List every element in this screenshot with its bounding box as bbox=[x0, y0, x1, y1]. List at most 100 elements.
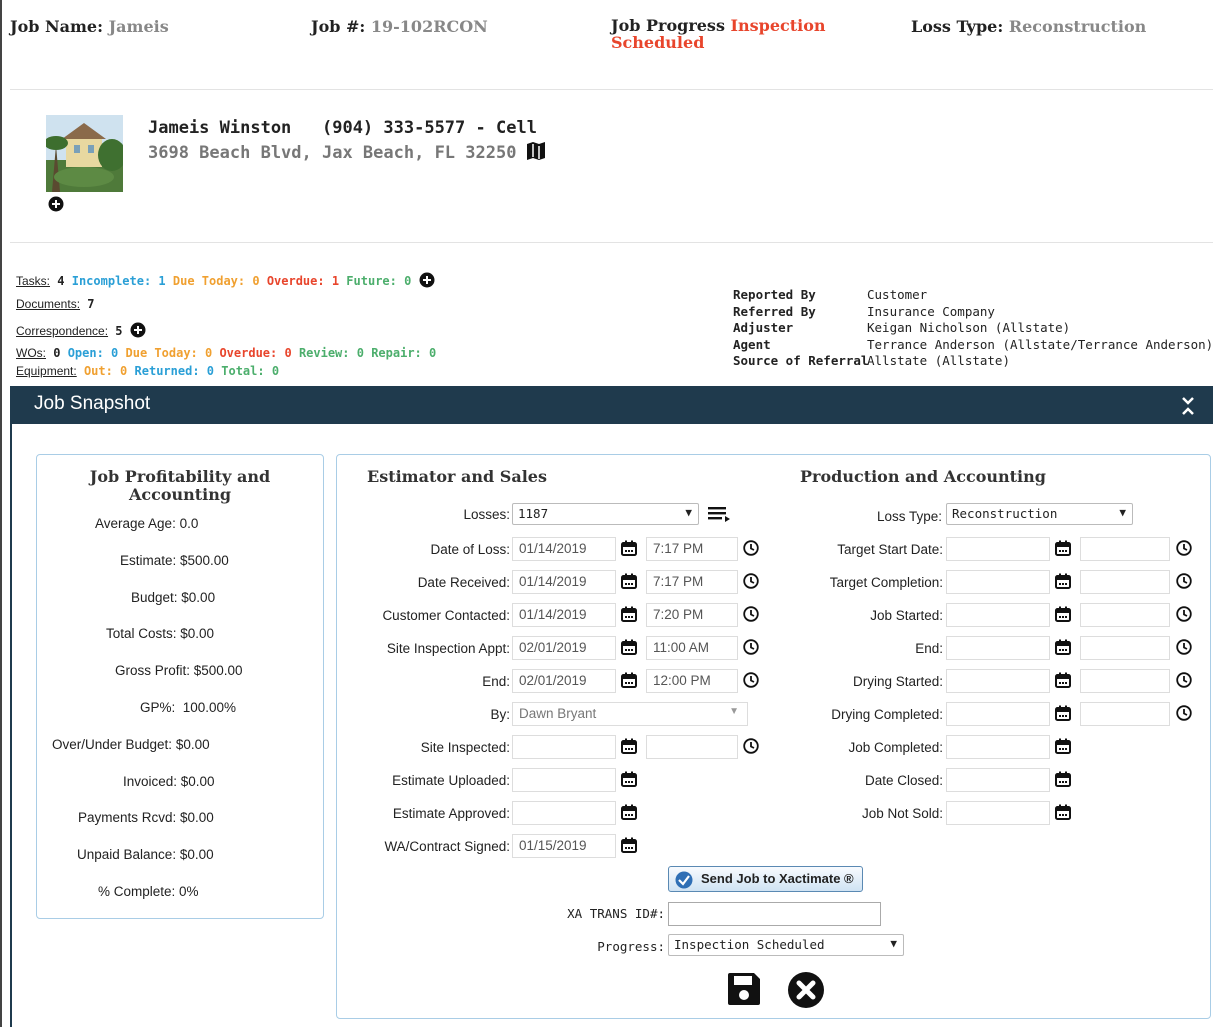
property-photo[interactable] bbox=[46, 115, 123, 192]
tasks-link[interactable]: Tasks: bbox=[16, 274, 50, 288]
referral-label: Adjuster bbox=[733, 320, 794, 335]
wa-contract-signed-date-input[interactable]: 01/15/2019 bbox=[512, 834, 616, 858]
calendar-icon[interactable] bbox=[621, 804, 637, 820]
date-of-loss-date: 01/14/2019 bbox=[519, 541, 587, 556]
calendar-icon[interactable] bbox=[1055, 573, 1071, 589]
clock-icon[interactable] bbox=[1176, 639, 1192, 655]
target-start-date-time-input[interactable] bbox=[1080, 537, 1170, 561]
by-select[interactable]: Dawn Bryant ▼ bbox=[512, 702, 748, 726]
drying-started-date-input[interactable] bbox=[946, 669, 1050, 693]
end-time-input[interactable]: 12:00 PM bbox=[646, 669, 738, 693]
site-inspection-appt-date-input[interactable]: 02/01/2019 bbox=[512, 636, 616, 660]
date-of-loss-date-input[interactable]: 01/14/2019 bbox=[512, 537, 616, 561]
clock-icon[interactable] bbox=[743, 738, 759, 754]
target-completion-time-input[interactable] bbox=[1080, 570, 1170, 594]
job-name: Job Name: Jameis bbox=[10, 17, 169, 36]
job-started-date-input[interactable] bbox=[946, 603, 1050, 627]
clock-icon[interactable] bbox=[1176, 540, 1192, 556]
cancel-icon[interactable] bbox=[787, 971, 825, 1009]
clock-icon[interactable] bbox=[1176, 606, 1192, 622]
clock-icon[interactable] bbox=[743, 672, 759, 688]
calendar-icon[interactable] bbox=[621, 672, 637, 688]
calendar-icon[interactable] bbox=[621, 771, 637, 787]
target-start-date-date-input[interactable] bbox=[946, 537, 1050, 561]
prod-loss-type-select[interactable]: Reconstruction ▼ bbox=[946, 503, 1133, 525]
date-received-time-input[interactable]: 7:17 PM bbox=[646, 570, 738, 594]
calendar-icon[interactable] bbox=[1055, 672, 1071, 688]
customer-contacted-date-input[interactable]: 01/14/2019 bbox=[512, 603, 616, 627]
calendar-icon[interactable] bbox=[1055, 738, 1071, 754]
calendar-icon[interactable] bbox=[621, 837, 637, 853]
customer-contacted-time-input[interactable]: 7:20 PM bbox=[646, 603, 738, 627]
tasks-due-today: Due Today: 0 bbox=[172, 274, 260, 288]
site-inspection-appt-time-input[interactable]: 11:00 AM bbox=[646, 636, 738, 660]
date-received-date-input[interactable]: 01/14/2019 bbox=[512, 570, 616, 594]
send-to-xactimate-button[interactable]: Send Job to Xactimate ® bbox=[668, 866, 863, 892]
site-inspected-date-input[interactable] bbox=[512, 735, 616, 759]
job-completed-date-input[interactable] bbox=[946, 735, 1050, 759]
calendar-icon[interactable] bbox=[621, 540, 637, 556]
drying-started-time-input[interactable] bbox=[1080, 669, 1170, 693]
date-closed-date-input[interactable] bbox=[946, 768, 1050, 792]
date-of-loss-time-input[interactable]: 7:17 PM bbox=[646, 537, 738, 561]
clock-icon[interactable] bbox=[1176, 672, 1192, 688]
calendar-icon[interactable] bbox=[621, 606, 637, 622]
estimate: Estimate: $500.00 bbox=[120, 552, 229, 568]
referral-value: Insurance Company bbox=[867, 303, 995, 319]
add-photo-icon[interactable] bbox=[48, 196, 64, 212]
target-completion-date-input[interactable] bbox=[946, 570, 1050, 594]
collapse-icon[interactable] bbox=[1181, 396, 1195, 416]
referral-label: Referred By bbox=[733, 303, 816, 319]
calendar-icon[interactable] bbox=[621, 639, 637, 655]
add-correspondence-icon[interactable] bbox=[130, 322, 146, 338]
calendar-icon[interactable] bbox=[1055, 639, 1071, 655]
correspondence-link[interactable]: Correspondence: bbox=[16, 324, 108, 338]
drying-completed-time-input[interactable] bbox=[1080, 702, 1170, 726]
calendar-icon[interactable] bbox=[1055, 771, 1071, 787]
progress-select[interactable]: Inspection Scheduled ▼ bbox=[668, 934, 904, 956]
wos-overdue: Overdue: 0 bbox=[219, 346, 292, 360]
calendar-icon[interactable] bbox=[621, 573, 637, 589]
referral-row: Agent Terrance Anderson (Allstate/Terranc… bbox=[733, 337, 1213, 354]
drying-completed-date-input[interactable] bbox=[946, 702, 1050, 726]
end-label: End: bbox=[482, 674, 510, 689]
estimate-approved-date-input[interactable] bbox=[512, 801, 616, 825]
customer-contacted-label: Customer Contacted: bbox=[382, 608, 510, 623]
calendar-icon[interactable] bbox=[1055, 804, 1071, 820]
calendar-icon[interactable] bbox=[1055, 606, 1071, 622]
referral-info: Reported By Customer Referred By Insurance … bbox=[733, 287, 1213, 370]
job-not-sold-date-input[interactable] bbox=[946, 801, 1050, 825]
calendar-icon[interactable] bbox=[621, 738, 637, 754]
save-icon[interactable] bbox=[726, 971, 762, 1007]
prod-end-date-input[interactable] bbox=[946, 636, 1050, 660]
divider bbox=[10, 89, 1213, 90]
end-date-input[interactable]: 02/01/2019 bbox=[512, 669, 616, 693]
equipment-out: Out: 0 bbox=[83, 364, 128, 378]
wos-link[interactable]: WOs: bbox=[16, 346, 46, 360]
xa-trans-input[interactable] bbox=[668, 902, 881, 926]
profitability-title-line2: Accounting bbox=[128, 485, 232, 504]
losses-select[interactable]: 1187 ▼ bbox=[512, 503, 699, 525]
job-snapshot-title: Job Snapshot bbox=[34, 393, 151, 414]
budget: Budget: $0.00 bbox=[131, 589, 216, 605]
calendar-icon[interactable] bbox=[1055, 540, 1071, 556]
clock-icon[interactable] bbox=[743, 573, 759, 589]
equipment-link[interactable]: Equipment: bbox=[16, 364, 77, 378]
clock-icon[interactable] bbox=[743, 540, 759, 556]
map-icon[interactable] bbox=[526, 141, 546, 161]
documents-link[interactable]: Documents: bbox=[16, 297, 80, 311]
add-task-icon[interactable] bbox=[419, 272, 435, 288]
estimate-uploaded-date-input[interactable] bbox=[512, 768, 616, 792]
clock-icon[interactable] bbox=[1176, 705, 1192, 721]
clock-icon[interactable] bbox=[743, 639, 759, 655]
job-snapshot-bar: Job Snapshot bbox=[10, 386, 1213, 424]
job-started-time-input[interactable] bbox=[1080, 603, 1170, 627]
job-progress-value: Inspection bbox=[730, 16, 826, 35]
clock-icon[interactable] bbox=[1176, 573, 1192, 589]
prod-end-time-input[interactable] bbox=[1080, 636, 1170, 660]
calendar-icon[interactable] bbox=[1055, 705, 1071, 721]
clock-icon[interactable] bbox=[743, 606, 759, 622]
site-inspected-time-input[interactable] bbox=[646, 735, 738, 759]
send-button-label: Send Job to Xactimate ® bbox=[701, 871, 854, 886]
list-icon[interactable] bbox=[708, 505, 732, 523]
